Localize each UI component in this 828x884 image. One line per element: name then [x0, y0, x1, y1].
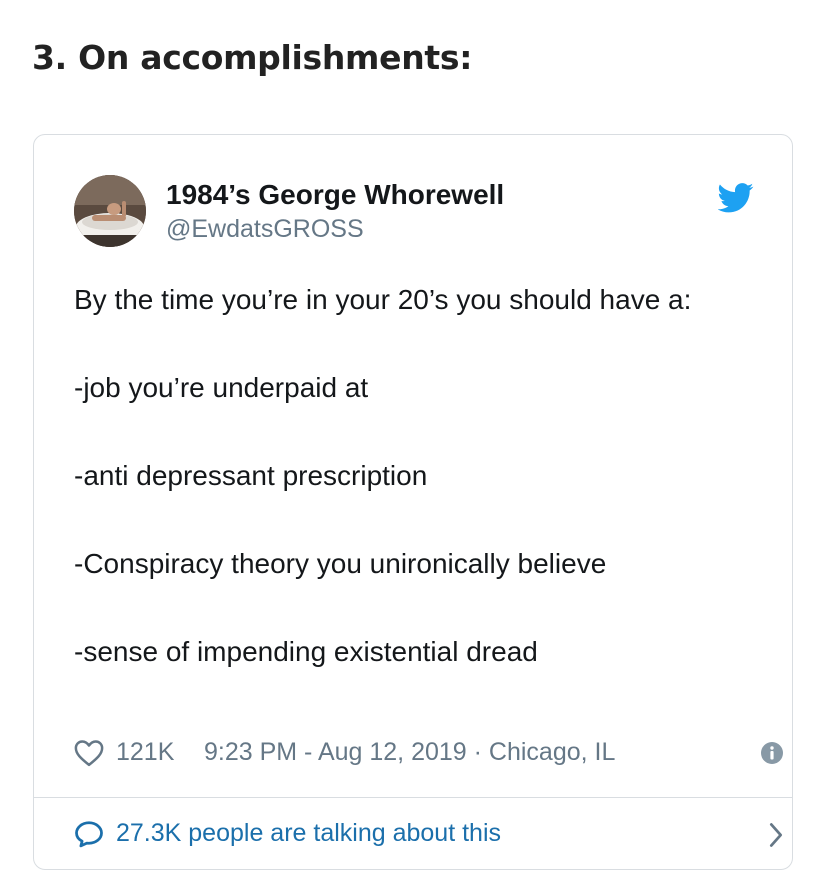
- tweet-text-line: -anti depressant prescription: [74, 460, 428, 491]
- chevron-right-icon[interactable]: [766, 821, 786, 849]
- conversation-link[interactable]: 27.3K people are talking about this: [74, 815, 783, 855]
- divider: [34, 797, 792, 798]
- display-name[interactable]: 1984’s George Whorewell: [166, 179, 504, 211]
- comment-icon: [75, 821, 103, 848]
- tweet-text-line: -Conspiracy theory you unironically beli…: [74, 548, 607, 579]
- tweet-meta-row: 121K 9:23 PM - Aug 12, 2019 · Chicago, I…: [74, 735, 783, 771]
- like-count[interactable]: 121K: [116, 738, 174, 767]
- tweet-text-line: -sense of impending existential dread: [74, 636, 538, 667]
- info-icon[interactable]: [760, 741, 784, 765]
- tweet-timestamp[interactable]: 9:23 PM - Aug 12, 2019 · Chicago, IL: [204, 738, 615, 767]
- avatar[interactable]: [74, 175, 146, 247]
- conversation-label[interactable]: 27.3K people are talking about this: [116, 819, 501, 848]
- embedded-tweet-card[interactable]: 1984’s George Whorewell @EwdatsGROSS By …: [33, 134, 793, 870]
- avatar-image: [74, 175, 146, 247]
- twitter-bird-icon[interactable]: [718, 183, 754, 213]
- user-handle[interactable]: @EwdatsGROSS: [166, 215, 364, 244]
- tweet-text-line: -job you’re underpaid at: [74, 372, 369, 403]
- section-heading: 3. On accomplishments:: [32, 38, 473, 77]
- tweet-text: By the time you’re in your 20’s you shou…: [74, 281, 758, 721]
- tweet-text-line: By the time you’re in your 20’s you shou…: [74, 284, 692, 315]
- heart-icon[interactable]: [74, 739, 104, 767]
